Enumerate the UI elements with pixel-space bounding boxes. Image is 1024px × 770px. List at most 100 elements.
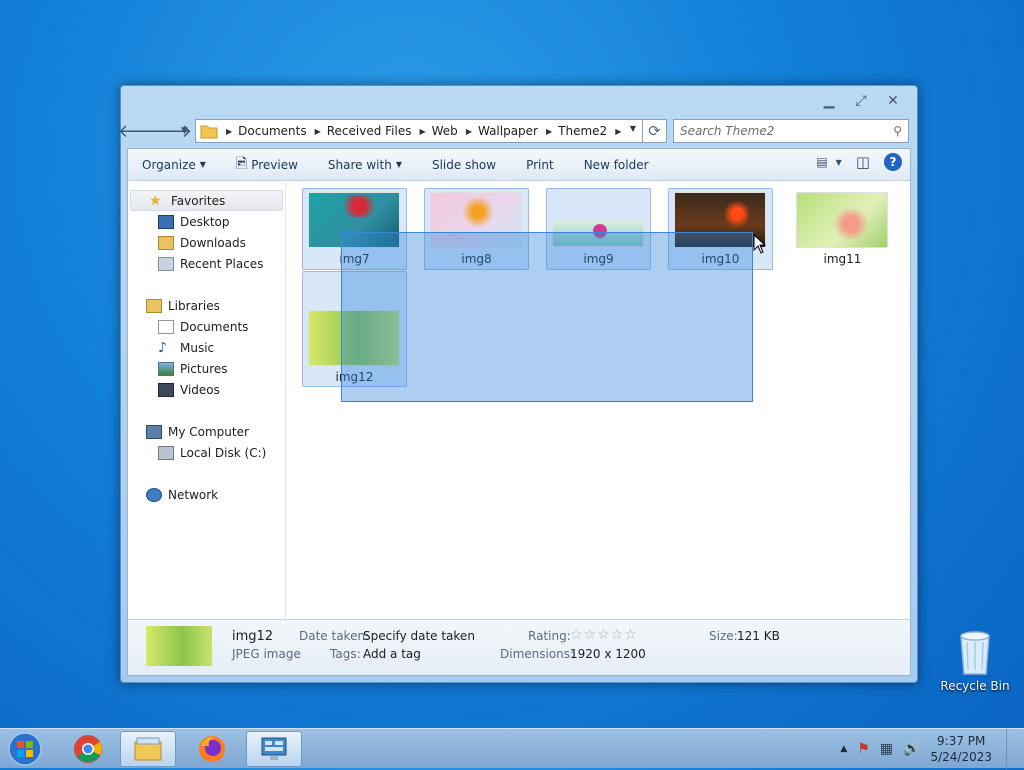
sidebar-item-network[interactable]: Network xyxy=(128,484,285,505)
sidebar-item-documents[interactable]: Documents xyxy=(128,316,285,337)
clock-date: 5/24/2023 xyxy=(930,750,992,764)
taskbar-control-panel[interactable] xyxy=(246,731,302,767)
chevron-right-icon: ▶ xyxy=(419,126,426,136)
system-tray: ▲ ⚑ ▦ 🔊 9:37 PM 5/24/2023 xyxy=(840,729,1016,769)
preview-button[interactable]: 🖻 Preview xyxy=(236,153,298,177)
help-icon[interactable]: ? xyxy=(884,153,902,171)
breadcrumb-documents[interactable]: Documents ▶ xyxy=(238,124,327,138)
sidebar-item-recent-places[interactable]: Recent Places xyxy=(128,253,285,274)
window-body: Organize ▼ 🖻 Preview Share with ▼ Slide sho… xyxy=(127,148,911,676)
recent-places-icon xyxy=(158,256,174,271)
close-icon[interactable]: ✕ xyxy=(883,92,903,110)
organize-button[interactable]: Organize ▼ xyxy=(142,158,206,172)
rating-stars[interactable]: ☆☆☆☆☆ xyxy=(570,627,638,643)
sidebar-item-favorites[interactable]: ★ Favorites xyxy=(130,190,283,211)
videos-icon xyxy=(158,382,174,397)
computer-icon xyxy=(146,424,162,439)
taskbar-firefox[interactable] xyxy=(184,731,240,767)
sidebar-item-downloads[interactable]: Downloads xyxy=(128,232,285,253)
window-controls: ▁ ⤢ ✕ xyxy=(819,92,903,110)
network-icon xyxy=(146,487,162,502)
refresh-button[interactable]: ⟳ xyxy=(643,119,667,143)
rating-label: Rating: xyxy=(528,629,571,643)
view-options-button[interactable]: ▤ ▼ xyxy=(816,155,842,169)
breadcrumb-wallpaper[interactable]: Wallpaper ▶ xyxy=(478,124,558,138)
print-button[interactable]: Print xyxy=(526,158,554,172)
thumbnail-img11 xyxy=(796,192,888,248)
system-clock[interactable]: 9:37 PM 5/24/2023 xyxy=(930,733,992,765)
breadcrumb-web[interactable]: Web ▶ xyxy=(432,124,478,138)
chevron-right-icon: ▶ xyxy=(226,126,233,136)
chevron-down-icon: ▼ xyxy=(835,157,842,167)
chevron-down-icon: ▼ xyxy=(395,160,402,169)
minimize-icon[interactable]: ▁ xyxy=(819,92,839,110)
file-item-img11[interactable]: img11 xyxy=(790,188,895,270)
recycle-bin-icon xyxy=(960,631,990,675)
search-placeholder: Search Theme2 xyxy=(680,124,775,138)
show-hidden-icons-icon[interactable]: ▲ xyxy=(840,744,847,754)
chrome-icon xyxy=(74,735,102,763)
maximize-icon[interactable]: ⤢ xyxy=(851,92,871,110)
date-taken-value[interactable]: Specify date taken xyxy=(363,629,475,643)
refresh-icon: ⟳ xyxy=(648,122,661,140)
breadcrumb-theme2[interactable]: Theme2 ▶ xyxy=(558,124,627,138)
dimensions-label: Dimensions: xyxy=(500,647,575,661)
new-folder-button[interactable]: New folder xyxy=(584,158,649,172)
sidebar-item-pictures[interactable]: Pictures xyxy=(128,358,285,379)
search-icon: ⚲ xyxy=(893,124,902,138)
music-icon: ♪ xyxy=(158,339,167,356)
details-pane: img12 JPEG image Date taken: Specify dat… xyxy=(128,619,910,675)
navigation-bar: 🡐 🡒 ▼ ▶ Documents ▶ Received Files ▶ Web ▶ … xyxy=(118,118,909,144)
volume-icon[interactable]: 🔊 xyxy=(903,741,920,757)
tags-value[interactable]: Add a tag xyxy=(363,647,421,661)
sidebar-item-desktop[interactable]: Desktop xyxy=(128,211,285,232)
details-thumbnail xyxy=(146,626,212,666)
star-icon: ★ xyxy=(149,192,162,209)
libraries-icon xyxy=(146,298,162,313)
desktop-icon xyxy=(158,214,174,229)
show-desktop-button[interactable] xyxy=(1006,729,1016,769)
size-label: Size: xyxy=(709,629,738,643)
address-dropdown-icon[interactable]: ▼ xyxy=(630,124,636,133)
address-bar[interactable]: ▶ Documents ▶ Received Files ▶ Web ▶ Wallpa… xyxy=(195,119,643,143)
breadcrumb-received-files[interactable]: Received Files ▶ xyxy=(327,124,432,138)
mouse-cursor-icon xyxy=(753,234,767,254)
explorer-window: ▁ ⤢ ✕ 🡐 🡒 ▼ ▶ Documents ▶ Received Files ▶… xyxy=(118,85,918,683)
share-with-button[interactable]: Share with ▼ xyxy=(328,158,402,172)
downloads-icon xyxy=(158,235,174,250)
clock-time: 9:37 PM xyxy=(937,734,986,748)
chevron-right-icon: ▶ xyxy=(465,126,472,136)
chevron-right-icon: ▶ xyxy=(314,126,321,136)
date-taken-label: Date taken: xyxy=(299,629,370,643)
preview-icon: 🖻 xyxy=(235,155,248,172)
recent-pages-dropdown[interactable]: ▼ xyxy=(181,126,191,136)
view-icon: ▤ xyxy=(816,155,828,169)
folder-icon xyxy=(200,125,218,139)
preview-pane-icon[interactable]: ◫ xyxy=(856,153,870,171)
file-list[interactable]: img7 img8 img9 img10 img11 img12 xyxy=(288,182,910,619)
windows-logo-icon xyxy=(8,732,42,766)
sidebar-item-my-computer[interactable]: My Computer xyxy=(128,421,285,442)
taskbar-chrome[interactable] xyxy=(60,731,116,767)
breadcrumb-sep-0: ▶ xyxy=(218,127,238,136)
pictures-icon xyxy=(158,361,174,376)
start-button[interactable] xyxy=(4,731,46,767)
action-center-flag-icon[interactable]: ⚑ xyxy=(857,741,870,757)
search-input[interactable]: Search Theme2 ⚲ xyxy=(673,119,909,143)
sidebar-item-music[interactable]: ♪ Music xyxy=(128,337,285,358)
command-bar: Organize ▼ 🖻 Preview Share with ▼ Slide sho… xyxy=(128,149,910,181)
chevron-right-icon: ▶ xyxy=(615,126,622,136)
forward-button[interactable]: 🡒 xyxy=(144,119,192,143)
taskbar-explorer[interactable] xyxy=(120,731,176,767)
sidebar-item-local-disk[interactable]: Local Disk (C:) xyxy=(128,442,285,463)
sidebar-item-videos[interactable]: Videos xyxy=(128,379,285,400)
chevron-down-icon: ▼ xyxy=(199,160,206,169)
tags-label: Tags: xyxy=(330,647,361,661)
slide-show-button[interactable]: Slide show xyxy=(432,158,496,172)
recycle-bin-desktop-icon[interactable]: Recycle Bin xyxy=(936,628,1014,693)
explorer-folder-icon xyxy=(134,737,162,761)
size-value: 121 KB xyxy=(737,629,780,643)
documents-icon xyxy=(158,319,174,334)
network-status-icon[interactable]: ▦ xyxy=(880,741,893,757)
sidebar-item-libraries[interactable]: Libraries xyxy=(128,295,285,316)
